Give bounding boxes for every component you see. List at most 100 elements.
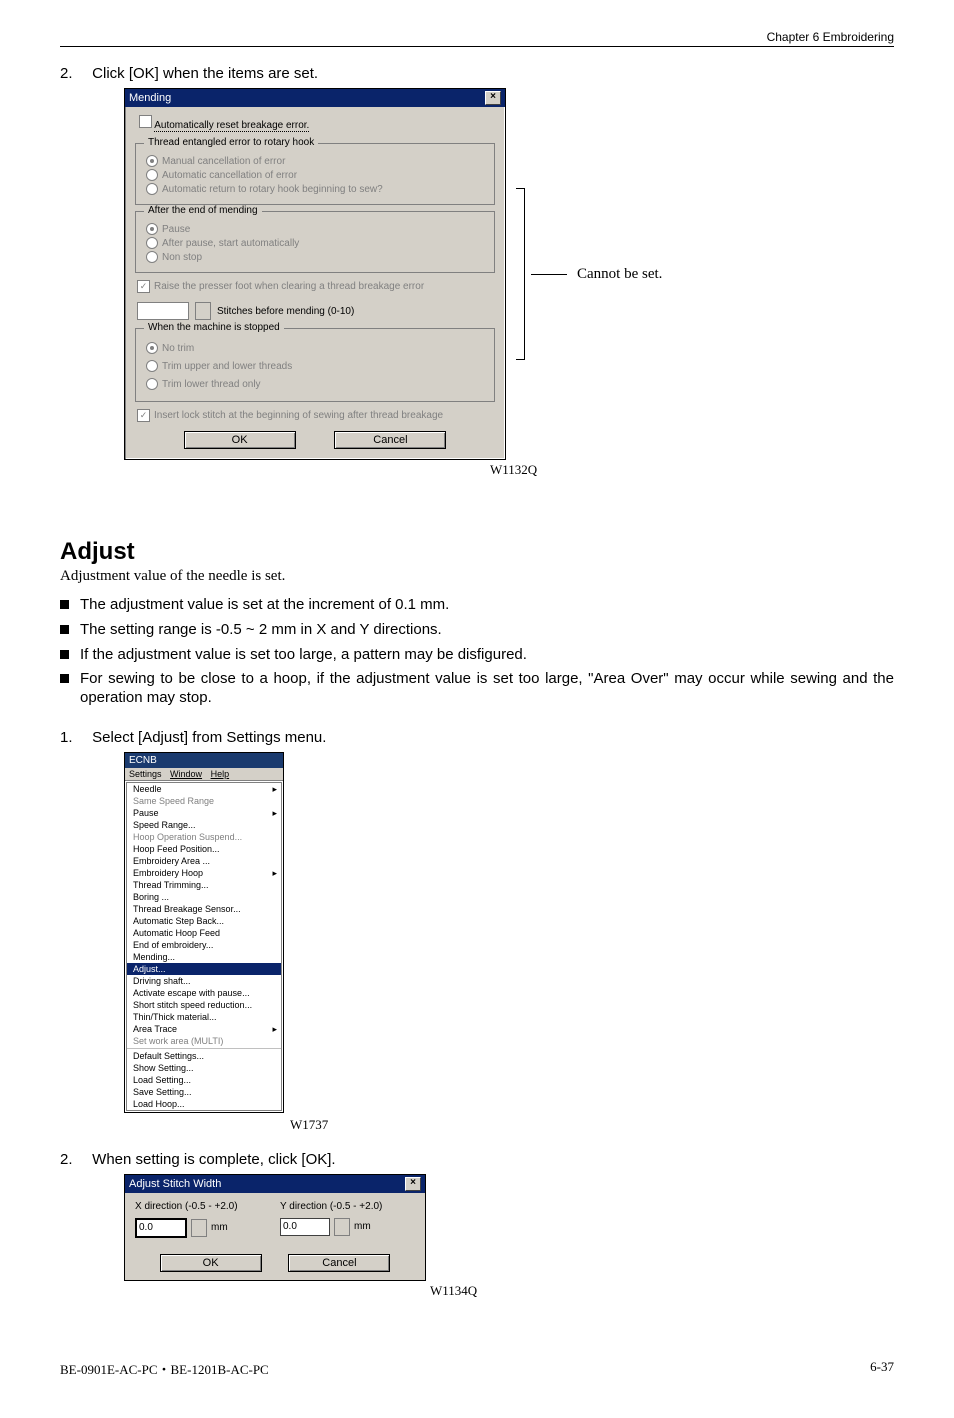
mending-titlebar: Mending × — [125, 89, 505, 107]
menu-window-title: ECNB — [125, 753, 283, 768]
mi-driving[interactable]: Driving shaft... — [127, 975, 281, 987]
bullet-4: For sewing to be close to a hoop, if the… — [60, 667, 894, 711]
grp3-opt1: No trim — [162, 343, 194, 354]
step-1b: 1. Select [Adjust] from Settings menu. — [60, 729, 894, 746]
mm-label: mm — [211, 1222, 228, 1233]
cannot-text: Cannot be set. — [577, 266, 662, 283]
menu-window[interactable]: Window — [170, 769, 202, 779]
mi-hoop-op: Hoop Operation Suspend... — [127, 831, 281, 843]
x-input[interactable]: 0.0 — [135, 1218, 187, 1238]
radio-icon[interactable] — [146, 169, 158, 181]
ok-button[interactable]: OK — [160, 1254, 262, 1272]
adjust-heading: Adjust — [60, 538, 894, 566]
mi-auto-hoop[interactable]: Automatic Hoop Feed — [127, 927, 281, 939]
mi-thread-trim[interactable]: Thread Trimming... — [127, 879, 281, 891]
adjust-dialog: Adjust Stitch Width × X direction (-0.5 … — [124, 1174, 426, 1281]
spinner-icon[interactable] — [191, 1219, 207, 1237]
step-2b: 2. When setting is complete, click [OK]. — [60, 1151, 894, 1168]
mi-emb-hoop[interactable]: Embroidery Hoop — [127, 867, 281, 879]
x-label: X direction (-0.5 - +2.0) — [135, 1201, 270, 1212]
radio-icon[interactable] — [146, 237, 158, 249]
footer-right: 6-37 — [870, 1359, 894, 1378]
mi-auto-step[interactable]: Automatic Step Back... — [127, 915, 281, 927]
bullet-1: The adjustment value is set at the incre… — [60, 593, 894, 618]
menubar: Settings Window Help — [125, 768, 283, 781]
y-label: Y direction (-0.5 - +2.0) — [280, 1201, 415, 1212]
menu-list: Needle Same Speed Range Pause Speed Rang… — [126, 782, 282, 1111]
fig-label-2: W1737 — [290, 1117, 894, 1133]
bullet-3: If the adjustment value is set too large… — [60, 643, 894, 668]
page-footer: BE-0901E-AC-PC・BE-1201B-AC-PC 6-37 — [60, 1359, 894, 1378]
mi-adjust[interactable]: Adjust... — [127, 963, 281, 975]
mi-speed-range[interactable]: Speed Range... — [127, 819, 281, 831]
radio-icon[interactable] — [146, 342, 158, 354]
bullet-2: The setting range is -0.5 ~ 2 mm in X an… — [60, 618, 894, 643]
group-machine-stopped: When the machine is stopped No trim Trim… — [135, 328, 495, 402]
mi-thread-break[interactable]: Thread Breakage Sensor... — [127, 903, 281, 915]
page-header: Chapter 6 Embroidering — [60, 30, 894, 47]
spinner-icon[interactable] — [334, 1218, 350, 1236]
mi-needle[interactable]: Needle — [127, 783, 281, 795]
radio-icon[interactable] — [146, 155, 158, 167]
grp3-opt2: Trim upper and lower threads — [162, 361, 292, 372]
grp2-opt2: After pause, start automatically — [162, 238, 299, 249]
line-icon — [531, 274, 567, 275]
stitches-before-row: Stitches before mending (0-10) — [137, 302, 493, 320]
mi-pause[interactable]: Pause — [127, 807, 281, 819]
mi-load-set[interactable]: Load Setting... — [127, 1074, 281, 1086]
mi-save-set[interactable]: Save Setting... — [127, 1086, 281, 1098]
stitches-spin-input[interactable] — [137, 302, 189, 320]
grp1-opt1: Manual cancellation of error — [162, 156, 285, 167]
bracket-icon — [516, 188, 525, 360]
footer-left: BE-0901E-AC-PC・BE-1201B-AC-PC — [60, 1359, 269, 1378]
radio-icon[interactable] — [146, 378, 158, 390]
mi-show[interactable]: Show Setting... — [127, 1062, 281, 1074]
checkbox-icon[interactable]: ✓ — [137, 409, 150, 422]
mi-load-hoop[interactable]: Load Hoop... — [127, 1098, 281, 1110]
step-1b-text: Select [Adjust] from Settings menu. — [92, 729, 326, 746]
cancel-button[interactable]: Cancel — [334, 431, 446, 449]
adjust-intro: Adjustment value of the needle is set. — [60, 568, 894, 585]
radio-icon[interactable] — [146, 251, 158, 263]
mi-set-work: Set work area (MULTI) — [127, 1035, 281, 1047]
stitches-before-label: Stitches before mending (0-10) — [217, 306, 354, 317]
cannot-annotation: Cannot be set. — [516, 188, 662, 360]
chk-raise-label: Raise the presser foot when clearing a t… — [154, 281, 424, 292]
grp2-opt3: Non stop — [162, 252, 202, 263]
group1-legend: Thread entangled error to rotary hook — [144, 137, 318, 148]
mi-boring[interactable]: Boring ... — [127, 891, 281, 903]
grp2-opt1: Pause — [162, 224, 190, 235]
checkbox-icon[interactable] — [139, 115, 152, 128]
spinner-icon[interactable] — [195, 302, 211, 320]
group3-legend: When the machine is stopped — [144, 322, 284, 333]
step-1b-num: 1. — [60, 729, 88, 746]
menu-help[interactable]: Help — [211, 769, 230, 779]
auto-reset-row: Automatically reset breakage error. — [133, 113, 497, 137]
mending-title: Mending — [129, 92, 171, 104]
mi-hoop-feed[interactable]: Hoop Feed Position... — [127, 843, 281, 855]
ok-button[interactable]: OK — [184, 431, 296, 449]
close-icon[interactable]: × — [485, 91, 501, 105]
mi-short-stitch[interactable]: Short stitch speed reduction... — [127, 999, 281, 1011]
close-icon[interactable]: × — [405, 1177, 421, 1191]
y-input[interactable]: 0.0 — [280, 1218, 330, 1236]
grp1-opt3: Automatic return to rotary hook beginnin… — [162, 184, 383, 195]
mi-end-emb[interactable]: End of embroidery... — [127, 939, 281, 951]
menu-settings[interactable]: Settings — [129, 769, 162, 779]
group-thread-entangled: Thread entangled error to rotary hook Ma… — [135, 143, 495, 205]
grp3-opt3: Trim lower thread only — [162, 379, 261, 390]
mi-area-trace[interactable]: Area Trace — [127, 1023, 281, 1035]
adjust-title: Adjust Stitch Width — [129, 1178, 221, 1190]
radio-icon[interactable] — [146, 223, 158, 235]
mi-activate[interactable]: Activate escape with pause... — [127, 987, 281, 999]
adjust-titlebar: Adjust Stitch Width × — [125, 1175, 425, 1193]
radio-icon[interactable] — [146, 183, 158, 195]
mi-mending[interactable]: Mending... — [127, 951, 281, 963]
radio-icon[interactable] — [146, 360, 158, 372]
mi-default[interactable]: Default Settings... — [127, 1048, 281, 1062]
mi-emb-area[interactable]: Embroidery Area ... — [127, 855, 281, 867]
cancel-button[interactable]: Cancel — [288, 1254, 390, 1272]
mi-thin-thick[interactable]: Thin/Thick material... — [127, 1011, 281, 1023]
checkbox-icon[interactable]: ✓ — [137, 280, 150, 293]
step-2a: 2. Click [OK] when the items are set. — [60, 65, 894, 82]
